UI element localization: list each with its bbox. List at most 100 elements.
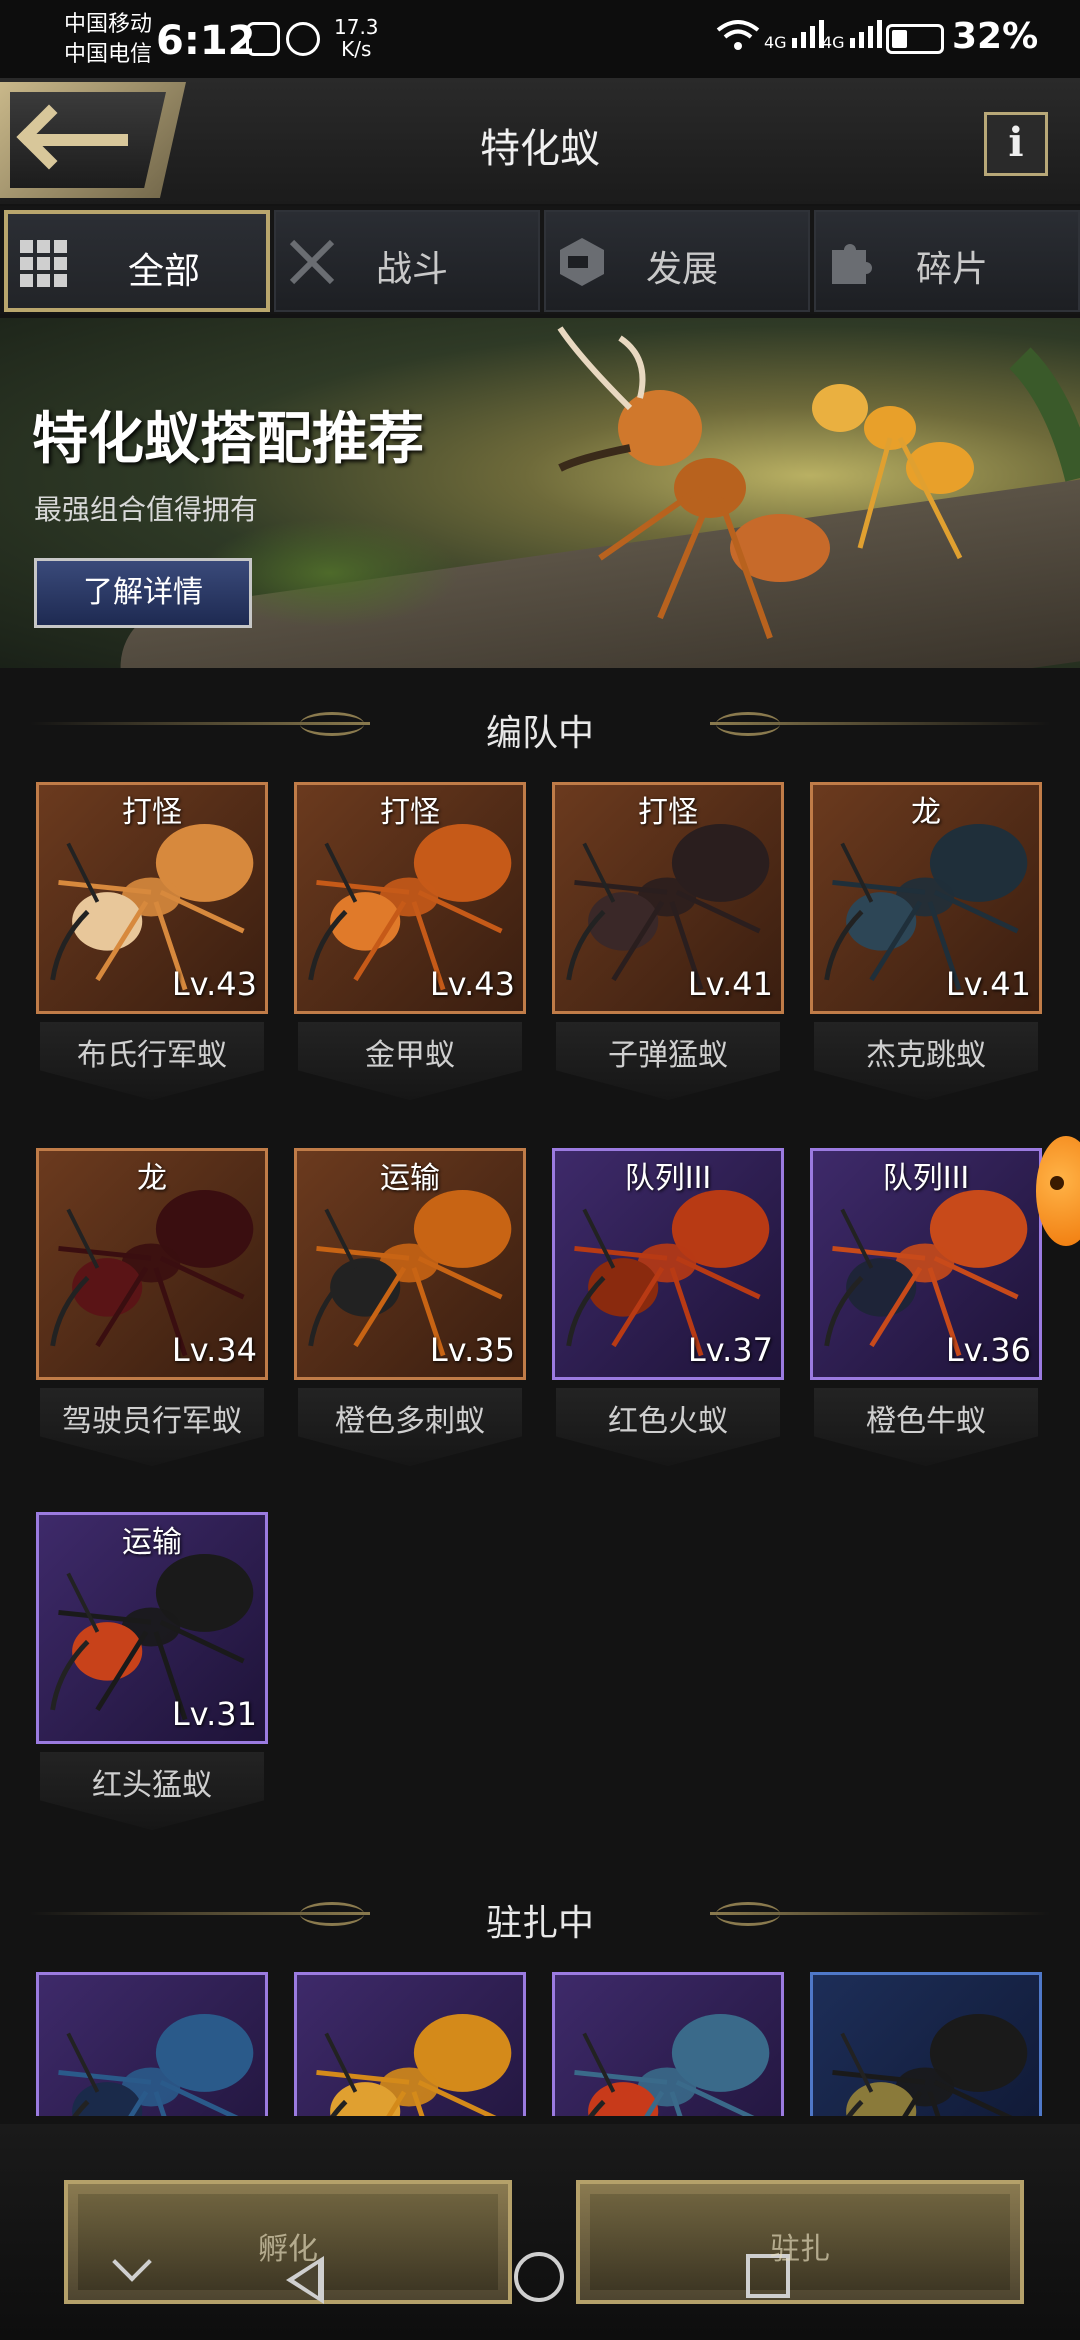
- carrier-2: 中国电信: [64, 42, 153, 67]
- puzzle-icon: [832, 244, 872, 284]
- ant-name: 驾驶员行军蚁: [62, 1404, 242, 1439]
- tab-fragments[interactable]: 碎片: [814, 210, 1080, 312]
- ant-role-tag: 打怪: [380, 795, 440, 830]
- section-title-garrison: 驻扎中: [485, 1903, 594, 1944]
- ant-name: 橙色多刺蚁: [335, 1404, 485, 1439]
- ant-card[interactable]: 队列III Lv.36 橙色牛蚁: [810, 1148, 1042, 1474]
- net-speed-unit: K/s: [341, 37, 372, 61]
- wifi-icon: [716, 18, 760, 61]
- ant-name: 金甲蚁: [365, 1038, 455, 1073]
- ant-card-frame: 打怪 Lv.41: [552, 782, 784, 1014]
- ant-card[interactable]: 龙 Lv.41 杰克跳蚁: [810, 782, 1042, 1108]
- ant-card-frame: [294, 1972, 526, 2116]
- hatch-button-label: 孵化: [258, 2232, 318, 2267]
- battery-icon: [886, 24, 944, 54]
- category-tabs: 全部 战斗 发展 碎片: [0, 206, 1080, 314]
- grid-icon: [20, 240, 67, 287]
- ant-card[interactable]: 运输 Lv.31 红头猛蚁: [36, 1512, 268, 1838]
- nav-back-icon-inner: [294, 2264, 318, 2296]
- ant-name: 杰克跳蚁: [866, 1038, 986, 1073]
- banner-subtitle: 最强组合值得拥有: [34, 493, 259, 526]
- tab-battle[interactable]: 战斗: [274, 210, 540, 312]
- notification-icon: [246, 22, 280, 56]
- ant-level: Lv.31: [171, 1695, 257, 1733]
- ant-name: 子弹猛蚁: [608, 1038, 728, 1073]
- ant-level: Lv.37: [687, 1331, 773, 1369]
- status-bar: 中国移动 中国电信 6:12 17.3 K/s 4G 4G 32%: [0, 0, 1080, 78]
- ant-level: Lv.41: [945, 965, 1031, 1003]
- ant-level: Lv.35: [429, 1331, 515, 1369]
- tab-all[interactable]: 全部: [4, 210, 270, 312]
- ant-card-frame: 龙 Lv.34: [36, 1148, 268, 1380]
- hexagon-icon: [560, 238, 604, 286]
- ant-card[interactable]: [810, 1972, 1042, 2116]
- ant-card[interactable]: 打怪 Lv.43 布氏行军蚁: [36, 782, 268, 1108]
- ant-card[interactable]: [294, 1972, 526, 2116]
- ant-card-frame: [810, 1972, 1042, 2116]
- signal-2-icon: 4G: [822, 18, 884, 52]
- banner-title: 特化蚁搭配推荐: [32, 407, 424, 472]
- ant-card[interactable]: [552, 1972, 784, 2116]
- ant-role-tag: 龙: [137, 1161, 167, 1196]
- carrier-names: 中国移动 中国电信: [64, 10, 152, 70]
- battery-fill: [892, 30, 907, 48]
- ant-card-frame: [36, 1972, 268, 2116]
- carrier-1: 中国移动: [64, 12, 153, 37]
- ant-level: Lv.34: [171, 1331, 257, 1369]
- ant-illustration: [574, 2013, 770, 2116]
- tab-development[interactable]: 发展: [544, 210, 810, 312]
- learn-more-button[interactable]: 了解详情: [34, 558, 252, 628]
- garrison-card-clip: [810, 1972, 1042, 2116]
- net-speed: 17.3 K/s: [334, 16, 379, 60]
- ant-level: Lv.41: [687, 965, 773, 1003]
- section-header-in-team: 编队中: [0, 694, 1080, 754]
- ant-illustration: [58, 2013, 254, 2116]
- alarm-icon: [286, 22, 320, 56]
- ant-role-tag: 队列III: [624, 1161, 712, 1196]
- section-divider-right: [710, 1912, 1050, 1915]
- garrison-card-clip: [294, 1972, 526, 2116]
- ant-card[interactable]: 打怪 Lv.43 金甲蚁: [294, 782, 526, 1108]
- signal-1-label: 4G: [764, 33, 787, 52]
- net-speed-value: 17.3: [334, 15, 379, 39]
- ant-level: Lv.36: [945, 1331, 1031, 1369]
- ant-card-frame: [552, 1972, 784, 2116]
- ant-card[interactable]: [36, 1972, 268, 2116]
- battery-percent: 32%: [952, 16, 1039, 57]
- ant-level: Lv.43: [429, 965, 515, 1003]
- ant-role-tag: 运输: [122, 1525, 182, 1560]
- ant-card[interactable]: 打怪 Lv.41 子弹猛蚁: [552, 782, 784, 1108]
- ant-role-tag: 龙: [911, 795, 941, 830]
- ant-card[interactable]: 龙 Lv.34 驾驶员行军蚁: [36, 1148, 268, 1474]
- garrison-card-clip: [36, 1972, 268, 2116]
- nav-home-icon[interactable]: [514, 2252, 564, 2302]
- ant-card[interactable]: 运输 Lv.35 橙色多刺蚁: [294, 1148, 526, 1474]
- tab-battle-label: 战斗: [376, 249, 449, 290]
- tab-fragments-label: 碎片: [916, 249, 989, 290]
- ant-card-frame: 队列III Lv.37: [552, 1148, 784, 1380]
- ant-card-frame: 运输 Lv.35: [294, 1148, 526, 1380]
- ant-role-tag: 打怪: [122, 795, 182, 830]
- section-header-garrison: 驻扎中: [0, 1884, 1080, 1944]
- ant-level: Lv.43: [171, 965, 257, 1003]
- ant-name: 红头猛蚁: [92, 1768, 212, 1803]
- recommendation-banner[interactable]: 特化蚁搭配推荐 最强组合值得拥有 了解详情: [0, 318, 1080, 668]
- tab-all-label: 全部: [128, 251, 201, 292]
- info-button[interactable]: i: [984, 112, 1048, 176]
- signal-1-icon: 4G: [764, 18, 826, 52]
- garrison-card-clip: [552, 1972, 784, 2116]
- ant-illustration: [316, 2013, 512, 2116]
- ant-name: 红色火蚁: [608, 1404, 728, 1439]
- crossed-swords-icon: [289, 239, 335, 285]
- ant-role-tag: 运输: [380, 1161, 440, 1196]
- ant-card-frame: 打怪 Lv.43: [36, 782, 268, 1014]
- banner-ants-art: [557, 326, 1080, 640]
- clock: 6:12: [156, 18, 256, 64]
- ant-card[interactable]: 队列III Lv.37 红色火蚁: [552, 1148, 784, 1474]
- assistant-bubble-icon[interactable]: [1036, 1136, 1080, 1246]
- ant-card-frame: 打怪 Lv.43: [294, 782, 526, 1014]
- section-divider-right: [710, 722, 1050, 725]
- garrison-button-label: 驻扎: [770, 2232, 830, 2267]
- ant-name: 橙色牛蚁: [866, 1404, 986, 1439]
- header: 特化蚁 i: [0, 78, 1080, 204]
